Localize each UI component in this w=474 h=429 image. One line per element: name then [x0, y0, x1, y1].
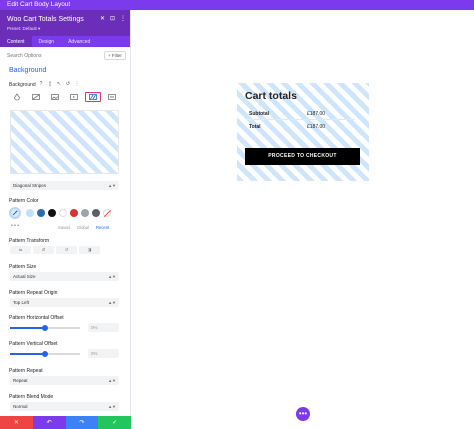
reset-icon[interactable]: ↺: [65, 81, 71, 87]
preview-canvas: [131, 10, 474, 429]
color-swatches: [9, 207, 111, 219]
expand-icon[interactable]: ⊡: [110, 15, 115, 23]
filter-button[interactable]: + Filter: [104, 51, 126, 60]
palette-tab-saved[interactable]: Saved: [58, 225, 70, 230]
total-label: Total: [249, 124, 261, 130]
window-title-bar: Edit Cart Body Layout: [0, 0, 474, 10]
swatch-clear-icon[interactable]: [103, 209, 111, 217]
select-caret-icon: ▲▼: [108, 404, 116, 409]
background-type-tabs: [9, 92, 120, 104]
pattern-size-value: Actual Size: [13, 274, 36, 279]
tab-advanced[interactable]: Advanced: [61, 36, 97, 47]
repeat-origin-label: Pattern Repeat Origin: [9, 290, 58, 296]
cursor-icon[interactable]: ↖: [56, 81, 62, 87]
discard-button[interactable]: ✕: [0, 416, 33, 429]
bg-color-icon[interactable]: [9, 92, 25, 102]
repeat-origin-value: Top Left: [13, 300, 30, 305]
subtotal-label: Subtotal: [249, 111, 269, 117]
blend-mode-label: Pattern Blend Mode: [9, 394, 54, 400]
color-picker-icon[interactable]: [9, 207, 21, 219]
invert-icon[interactable]: ◨: [79, 246, 100, 254]
panel-header: Woo Cart Totals Settings Preset: Default…: [0, 10, 130, 36]
close-icon[interactable]: ✕: [100, 15, 105, 23]
undo-button[interactable]: ↶: [32, 416, 66, 429]
more-colors-icon[interactable]: • • •: [11, 223, 19, 229]
pattern-size-select[interactable]: Actual Size ▲▼: [10, 272, 119, 281]
subtotal-row: Subtotal £187.00: [249, 111, 349, 117]
h-offset-input[interactable]: 0%: [88, 323, 119, 332]
save-button[interactable]: ✓: [98, 416, 131, 429]
panel-title: Woo Cart Totals Settings: [7, 16, 84, 23]
options-search: + Filter: [0, 50, 130, 61]
pattern-repeat-select[interactable]: Repeat ▲▼: [10, 376, 119, 385]
pattern-style-select[interactable]: Diagonal Stripes ▲▼: [10, 181, 119, 190]
v-offset-slider[interactable]: [10, 350, 80, 357]
section-title[interactable]: Background: [9, 67, 46, 74]
tab-content[interactable]: Content: [0, 36, 32, 47]
bg-image-icon[interactable]: [47, 92, 63, 102]
palette-tabs: Saved Global Recent: [58, 225, 109, 230]
mobile-icon[interactable]: ▯: [47, 81, 53, 87]
pattern-color-label: Pattern Color: [9, 198, 39, 204]
cart-totals-title: Cart totals: [245, 90, 297, 102]
blend-mode-value: Normal: [13, 404, 28, 409]
h-offset-slider[interactable]: [10, 324, 80, 331]
select-caret-icon: ▲▼: [108, 378, 116, 383]
more-options-icon[interactable]: ⋮: [120, 15, 126, 23]
help-icon[interactable]: ?: [38, 81, 44, 87]
h-offset-label: Pattern Horizontal Offset: [9, 315, 64, 321]
swatch-black[interactable]: [48, 209, 56, 217]
swatch-dark-gray[interactable]: [92, 209, 100, 217]
pattern-preview: [10, 110, 119, 174]
total-value: £187.00: [307, 124, 326, 130]
slider-fill: [10, 327, 45, 329]
pattern-repeat-label: Pattern Repeat: [9, 368, 43, 374]
slider-handle[interactable]: [42, 350, 48, 357]
slider-handle[interactable]: [42, 324, 48, 331]
blend-mode-select[interactable]: Normal ▲▼: [10, 402, 119, 411]
preset-selector[interactable]: Preset: Default ▾: [7, 26, 40, 32]
swatch-blue[interactable]: [37, 209, 45, 217]
swatch-red[interactable]: [70, 209, 78, 217]
swatch-light-blue[interactable]: [26, 209, 34, 217]
proceed-to-checkout-button[interactable]: PROCEED TO CHECKOUT: [245, 148, 360, 165]
subtotal-value: £187.00: [307, 111, 326, 117]
bg-video-icon[interactable]: [66, 92, 82, 102]
rotate-icon[interactable]: ↺: [56, 246, 77, 254]
swatch-gray[interactable]: [81, 209, 89, 217]
builder-menu-icon[interactable]: •••: [296, 407, 310, 421]
pattern-style-value: Diagonal Stripes: [13, 183, 47, 188]
cart-totals-module[interactable]: Cart totals Subtotal £187.00 Total £187.…: [237, 83, 369, 181]
slider-fill: [10, 353, 45, 355]
bg-mask-icon[interactable]: [104, 92, 120, 102]
swatch-white[interactable]: [59, 209, 67, 217]
select-caret-icon: ▲▼: [108, 183, 116, 188]
total-row: Total £187.00: [249, 124, 349, 130]
v-offset-input[interactable]: 0%: [88, 349, 119, 358]
bg-pattern-icon[interactable]: [85, 92, 101, 102]
flip-horizontal-icon[interactable]: ⇋: [10, 246, 31, 254]
pattern-transform-label: Pattern Transform: [9, 238, 50, 244]
window-title: Edit Cart Body Layout: [7, 1, 71, 8]
select-caret-icon: ▲▼: [108, 300, 116, 305]
repeat-origin-select[interactable]: Top Left ▲▼: [10, 298, 119, 307]
palette-tab-recent[interactable]: Recent: [96, 225, 109, 230]
transform-buttons: ⇋ ⇵ ↺ ◨: [10, 246, 100, 254]
select-caret-icon: ▲▼: [108, 274, 116, 279]
pattern-size-label: Pattern Size: [9, 264, 37, 270]
v-offset-label: Pattern Vertical Offset: [9, 341, 58, 347]
palette-tab-global[interactable]: Global: [77, 225, 89, 230]
pattern-repeat-value: Repeat: [13, 378, 28, 383]
action-bar: ✕ ↶ ↷ ✓: [0, 416, 131, 429]
bg-gradient-icon[interactable]: [28, 92, 44, 102]
background-label: Background: [9, 82, 36, 88]
more-icon[interactable]: ⋮: [74, 81, 80, 87]
tab-design[interactable]: Design: [32, 36, 62, 47]
redo-button[interactable]: ↷: [65, 416, 99, 429]
row-divider: [247, 119, 355, 120]
panel-tabs: Content Design Advanced: [0, 36, 130, 47]
search-input[interactable]: [7, 51, 103, 60]
flip-vertical-icon[interactable]: ⇵: [33, 246, 54, 254]
